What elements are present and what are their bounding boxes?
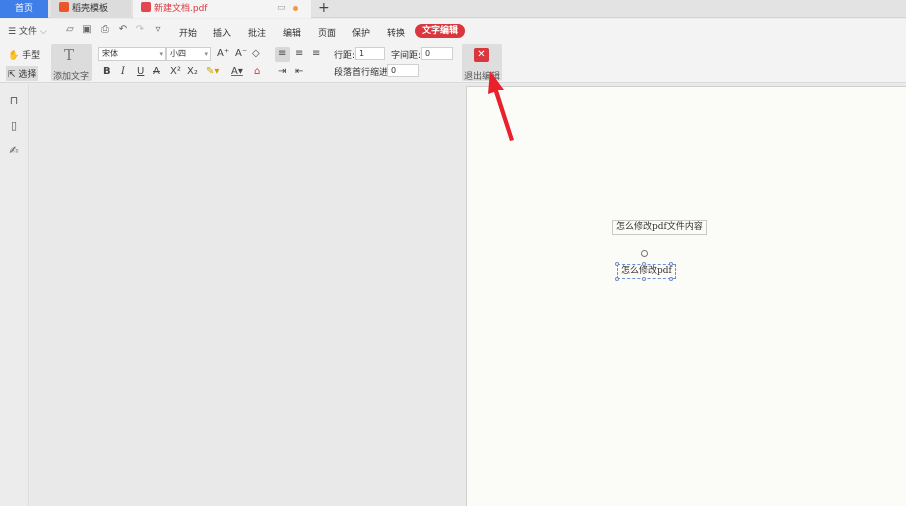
red-arrow-annotation — [488, 71, 514, 141]
indent-value: 0 — [391, 66, 397, 75]
resize-handle[interactable] — [642, 262, 646, 266]
menu-bar: ☰ 文件 ⌵ ▱ ▣ ⎙ ↶ ↷ ▿ 开始 插入 批注 编辑 页面 保护 转换 … — [0, 19, 906, 43]
pointer-icon: ⇱ — [8, 70, 16, 80]
open-folder-icon[interactable]: ▱ — [64, 24, 76, 36]
hand-tool-label: 手型 — [22, 51, 41, 61]
clear-format-icon[interactable]: ◇ — [252, 48, 260, 60]
undo-icon[interactable]: ↶ — [117, 24, 129, 36]
text-box-1[interactable]: 怎么修改pdf文件内容 — [612, 220, 707, 235]
text-box-2-selected[interactable]: 怎么修改pdf — [617, 264, 676, 279]
line-spacing-value: 1 — [359, 49, 365, 58]
font-family-value: 宋体 — [102, 49, 118, 58]
align-left-icon[interactable]: ≡ — [278, 48, 286, 60]
highlight-icon[interactable]: ✎▾ — [206, 66, 219, 78]
menu-text-edit[interactable]: 文字编辑 — [415, 24, 466, 38]
unsaved-dot-icon — [293, 6, 298, 11]
menu-convert[interactable]: 转换 — [387, 26, 405, 39]
resize-handle[interactable] — [669, 262, 673, 266]
window-monitor-icon[interactable]: ▭ — [277, 3, 286, 13]
menu-page[interactable]: 页面 — [318, 26, 336, 39]
more-dropdown-icon[interactable]: ▿ — [152, 24, 164, 36]
font-size-value: 小四 — [170, 49, 186, 58]
hand-tool[interactable]: ✋ 手型 — [8, 48, 40, 61]
add-text-label: 添加文字 — [53, 72, 90, 82]
line-spacing-label: 行距: — [334, 51, 356, 61]
rotate-handle-icon[interactable] — [641, 250, 648, 257]
align-center-icon[interactable]: ≡ — [295, 48, 303, 60]
char-spacing-label: 字间距: — [391, 51, 422, 61]
superscript-icon[interactable]: X² — [170, 66, 181, 78]
close-icon: ✕ — [474, 48, 489, 62]
strikethrough-icon[interactable]: A — [153, 66, 160, 78]
chevron-down-icon: ▾ — [159, 50, 163, 58]
daoke-logo-icon — [59, 2, 69, 12]
menu-edit[interactable]: 编辑 — [283, 26, 301, 39]
pdf-file-icon — [141, 2, 151, 12]
print-icon[interactable]: ⎙ — [99, 24, 111, 36]
menu-protect[interactable]: 保护 — [352, 26, 370, 39]
side-rail: ⊓ ▯ ✍ — [0, 84, 29, 506]
tab-templates[interactable]: 稻壳模板 — [51, 0, 131, 18]
save-icon[interactable]: ▣ — [81, 24, 93, 36]
indent-increase-icon[interactable]: ⇥ — [278, 66, 286, 78]
char-spacing-input[interactable]: 0 — [421, 47, 453, 60]
tab-home[interactable]: 首页 — [0, 0, 48, 18]
file-menu-label: 文件 — [18, 27, 37, 37]
redo-icon[interactable]: ↷ — [134, 24, 146, 36]
thumbnails-icon[interactable]: ▯ — [8, 120, 20, 132]
resize-handle[interactable] — [642, 277, 646, 281]
bold-icon[interactable]: B — [103, 66, 111, 78]
font-family-select[interactable]: 宋体 ▾ — [98, 47, 166, 61]
resize-handle[interactable] — [615, 262, 619, 266]
select-tool-label: 选择 — [18, 70, 37, 80]
hamburger-icon: ☰ — [8, 27, 17, 37]
tab-templates-label: 稻壳模板 — [72, 4, 109, 14]
font-size-select[interactable]: 小四 ▾ — [166, 47, 211, 61]
add-text-button[interactable]: T 添加文字 — [51, 44, 92, 82]
chevron-down-icon: ▾ — [204, 50, 208, 58]
font-color-icon[interactable]: A▾ — [231, 66, 243, 78]
subscript-icon[interactable]: X₂ — [187, 66, 198, 78]
underline-icon[interactable]: U — [137, 66, 144, 78]
menu-annotate[interactable]: 批注 — [248, 26, 266, 39]
signature-icon[interactable]: ✍ — [8, 145, 20, 157]
select-tool[interactable]: ⇱ 选择 — [6, 66, 39, 81]
hand-icon: ✋ — [8, 51, 20, 61]
resize-handle[interactable] — [669, 277, 673, 281]
pdf-page[interactable]: 怎么修改pdf文件内容 怎么修改pdf — [466, 86, 906, 506]
file-menu[interactable]: ☰ 文件 ⌵ — [8, 24, 47, 37]
line-spacing-input[interactable]: 1 — [355, 47, 385, 60]
add-text-icon: T — [64, 46, 75, 64]
align-right-icon[interactable]: ≡ — [312, 48, 320, 60]
chevron-down-icon: ⌵ — [39, 27, 47, 37]
new-tab-plus-icon[interactable]: + — [318, 0, 330, 17]
indent-decrease-icon[interactable]: ⇤ — [295, 66, 303, 78]
char-spacing-value: 0 — [425, 49, 431, 58]
increase-font-icon[interactable]: A⁺ — [217, 48, 229, 60]
menu-insert[interactable]: 插入 — [213, 26, 231, 39]
indent-label: 段落首行缩进: — [334, 68, 392, 78]
char-border-icon[interactable]: ⌂ — [254, 66, 260, 78]
tab-bar: 首页 稻壳模板 新建文档.pdf ▭ + — [0, 0, 906, 18]
bookmark-icon[interactable]: ⊓ — [8, 95, 20, 107]
italic-icon[interactable]: I — [121, 66, 125, 78]
menu-start[interactable]: 开始 — [179, 26, 197, 39]
tab-document-label: 新建文档.pdf — [154, 4, 208, 14]
decrease-font-icon[interactable]: A⁻ — [235, 48, 247, 60]
resize-handle[interactable] — [615, 277, 619, 281]
text-edit-ribbon: ✋ 手型 ⇱ 选择 T 添加文字 宋体 ▾ 小四 ▾ A⁺ A⁻ ◇ B I U… — [0, 43, 906, 83]
indent-input[interactable]: 0 — [387, 64, 419, 77]
